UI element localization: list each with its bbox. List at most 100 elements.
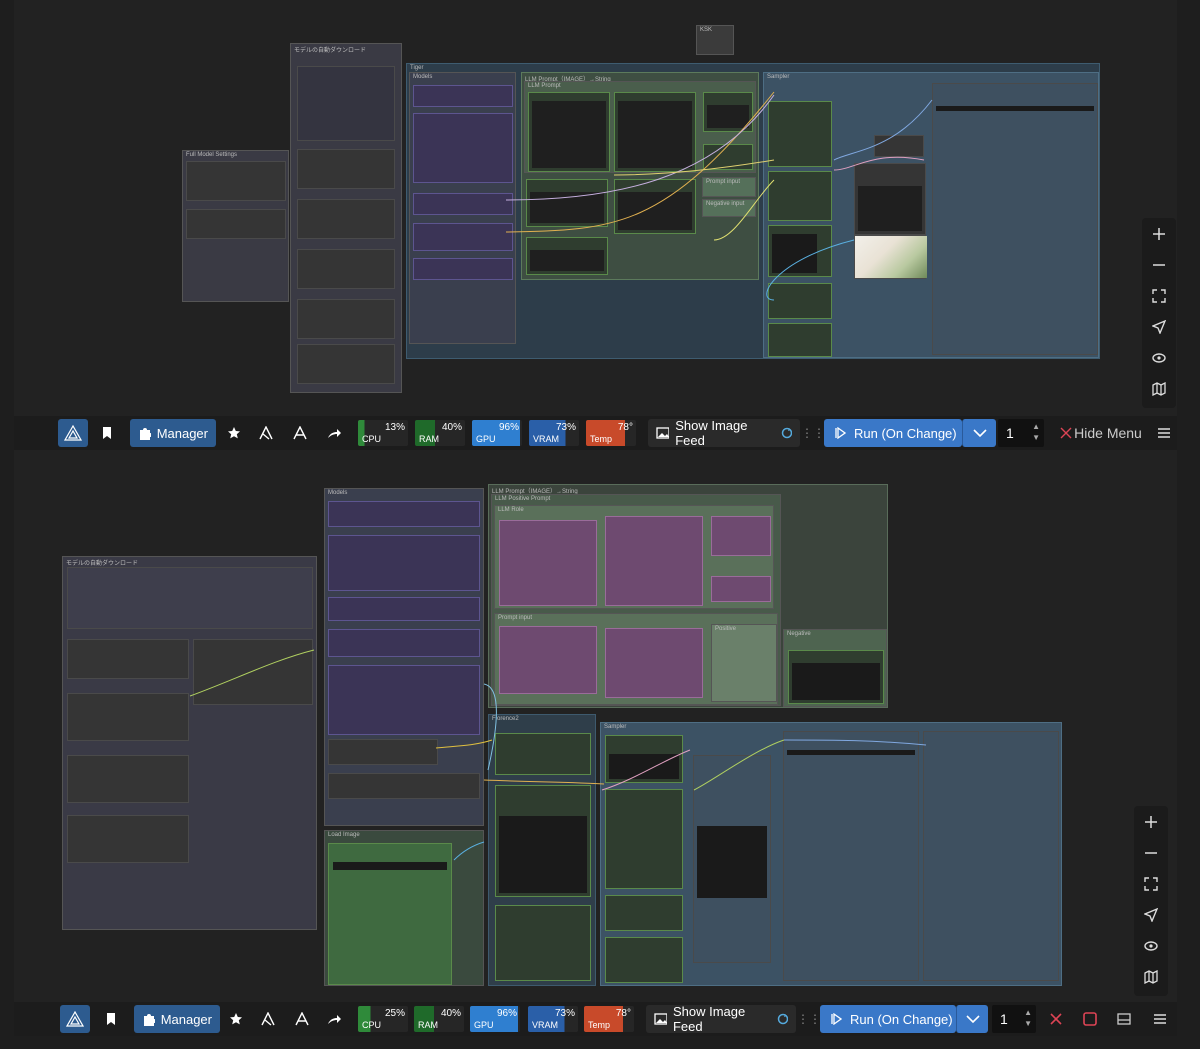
image-icon bbox=[654, 1013, 667, 1025]
vram-percent: 73% bbox=[555, 422, 576, 433]
main-menu-button[interactable] bbox=[1148, 1005, 1172, 1033]
zoom-in-button[interactable] bbox=[1142, 218, 1176, 249]
ram-percent: 40% bbox=[440, 1008, 461, 1019]
top-canvas[interactable]: KSK モデルの自動ダウンロード Full Model Settings Tig… bbox=[14, 0, 1177, 416]
toolbar-top: Manager 13% CPU 40% RAM 96% GPU 73% VRAM… bbox=[14, 416, 1177, 450]
workflow-button-1[interactable] bbox=[254, 419, 278, 447]
run-label: Run (On Change) bbox=[854, 425, 957, 441]
fit-view-icon bbox=[1152, 288, 1166, 303]
chevron-down-icon bbox=[972, 429, 987, 438]
play-icon bbox=[835, 427, 846, 439]
fit-view-button[interactable] bbox=[1134, 868, 1168, 899]
comfy-logo-button[interactable] bbox=[58, 419, 88, 447]
temp-value: 78° bbox=[617, 422, 633, 433]
workflow-button-2[interactable] bbox=[290, 1005, 314, 1033]
batch-count-input[interactable]: 1 ▲ ▼ bbox=[992, 1005, 1036, 1033]
clear-queue-button[interactable] bbox=[1044, 1005, 1068, 1033]
vram-monitor: 73% VRAM bbox=[529, 420, 579, 446]
vram-label: VRAM bbox=[533, 434, 560, 444]
temp-value: 78° bbox=[615, 1008, 631, 1019]
navigate-button[interactable] bbox=[1142, 311, 1176, 342]
hide-menu-label: Hide Menu bbox=[1074, 425, 1142, 441]
toggle-links-button[interactable] bbox=[1134, 930, 1168, 961]
share-button[interactable] bbox=[322, 1005, 346, 1033]
run-button[interactable]: Run (On Change) bbox=[824, 419, 962, 447]
gpu-label: GPU bbox=[474, 1020, 494, 1030]
share-icon bbox=[328, 429, 341, 438]
temp-label: Temp bbox=[588, 1020, 611, 1030]
star-icon bbox=[228, 427, 240, 439]
minus-icon bbox=[1145, 851, 1157, 854]
main-menu-button[interactable] bbox=[1152, 419, 1176, 447]
image-icon bbox=[656, 427, 670, 439]
workflow-icon bbox=[295, 1012, 309, 1026]
workflow-icon bbox=[259, 426, 273, 440]
manager-button[interactable]: Manager bbox=[130, 419, 216, 447]
show-image-feed-button[interactable]: Show Image Feed bbox=[648, 418, 800, 448]
workflow-button-1[interactable] bbox=[256, 1005, 280, 1033]
menu-icon bbox=[1154, 1014, 1166, 1024]
zoom-out-button[interactable] bbox=[1142, 249, 1176, 280]
close-icon bbox=[1060, 427, 1072, 439]
run-mode-dropdown[interactable] bbox=[956, 1005, 988, 1033]
cpu-percent: 25% bbox=[384, 1008, 405, 1019]
cpu-monitor: 13% CPU bbox=[358, 420, 408, 446]
toggle-links-button[interactable] bbox=[1142, 342, 1176, 373]
feed-label: Show Image Feed bbox=[675, 418, 748, 448]
navigate-button[interactable] bbox=[1134, 899, 1168, 930]
manager-label: Manager bbox=[160, 1011, 212, 1027]
batch-count-input[interactable]: 1 ▲ ▼ bbox=[998, 419, 1044, 447]
workflow-bookmark-button[interactable] bbox=[98, 1005, 124, 1033]
gpu-monitor: 96% GPU bbox=[470, 1006, 520, 1032]
hide-menu-button[interactable]: Hide Menu bbox=[1054, 419, 1148, 447]
run-button[interactable]: Run (On Change) bbox=[820, 1005, 956, 1033]
drag-handle[interactable]: ⋮⋮ bbox=[797, 1005, 821, 1033]
toggle-panel-button[interactable] bbox=[1112, 1005, 1136, 1033]
batch-count-stepper[interactable]: ▲ ▼ bbox=[1032, 421, 1040, 443]
map-icon bbox=[1152, 381, 1166, 396]
fit-view-button[interactable] bbox=[1142, 280, 1176, 311]
bottom-canvas[interactable]: モデルの自動ダウンロード Models Load Image LLM Promp… bbox=[14, 450, 1177, 1002]
wires bbox=[505, 91, 933, 301]
favorites-button[interactable] bbox=[222, 419, 246, 447]
eye-icon bbox=[1152, 352, 1166, 363]
drag-handle[interactable]: ⋮⋮ bbox=[801, 419, 825, 447]
run-mode-dropdown[interactable] bbox=[962, 419, 996, 447]
gpu-percent: 96% bbox=[496, 1008, 517, 1019]
minimap-button[interactable] bbox=[1142, 373, 1176, 404]
menu-icon bbox=[1158, 428, 1170, 438]
ram-label: RAM bbox=[418, 1020, 438, 1030]
zoom-out-button[interactable] bbox=[1134, 837, 1168, 868]
stop-icon bbox=[1083, 1012, 1097, 1026]
refresh-icon bbox=[777, 1013, 788, 1025]
zoom-in-button[interactable] bbox=[1134, 806, 1168, 837]
play-icon bbox=[831, 1013, 842, 1025]
cpu-label: CPU bbox=[362, 434, 382, 444]
favorites-button[interactable] bbox=[224, 1005, 248, 1033]
puzzle-icon bbox=[144, 1014, 155, 1026]
comfy-logo-icon bbox=[64, 425, 82, 441]
manager-button[interactable]: Manager bbox=[134, 1005, 220, 1033]
comfy-logo-button[interactable] bbox=[60, 1005, 90, 1033]
share-button[interactable] bbox=[322, 419, 346, 447]
navigate-icon bbox=[1152, 319, 1166, 334]
puzzle-icon bbox=[140, 428, 151, 440]
star-icon bbox=[230, 1013, 242, 1025]
navigate-icon bbox=[1144, 907, 1158, 922]
batch-count-stepper[interactable]: ▲ ▼ bbox=[1024, 1007, 1032, 1029]
minimap-button[interactable] bbox=[1134, 961, 1168, 992]
gpu-monitor: 96% GPU bbox=[472, 420, 522, 446]
show-image-feed-button[interactable]: Show Image Feed bbox=[646, 1004, 796, 1034]
feed-label: Show Image Feed bbox=[672, 1004, 746, 1034]
workflow-button-2[interactable] bbox=[288, 419, 312, 447]
ram-label: RAM bbox=[419, 434, 439, 444]
cpu-percent: 13% bbox=[384, 422, 405, 433]
toolbar-bottom: Manager 25% CPU 40% RAM 96% GPU 73% VRAM… bbox=[14, 1002, 1177, 1036]
temp-monitor: 78° Temp bbox=[584, 1006, 634, 1032]
stop-button[interactable] bbox=[1078, 1005, 1102, 1033]
gpu-label: GPU bbox=[476, 434, 496, 444]
workflow-bookmark-button[interactable] bbox=[94, 419, 120, 447]
vram-percent: 73% bbox=[554, 1008, 575, 1019]
canvas-controls bbox=[1134, 806, 1168, 996]
temp-monitor: 78° Temp bbox=[586, 420, 636, 446]
